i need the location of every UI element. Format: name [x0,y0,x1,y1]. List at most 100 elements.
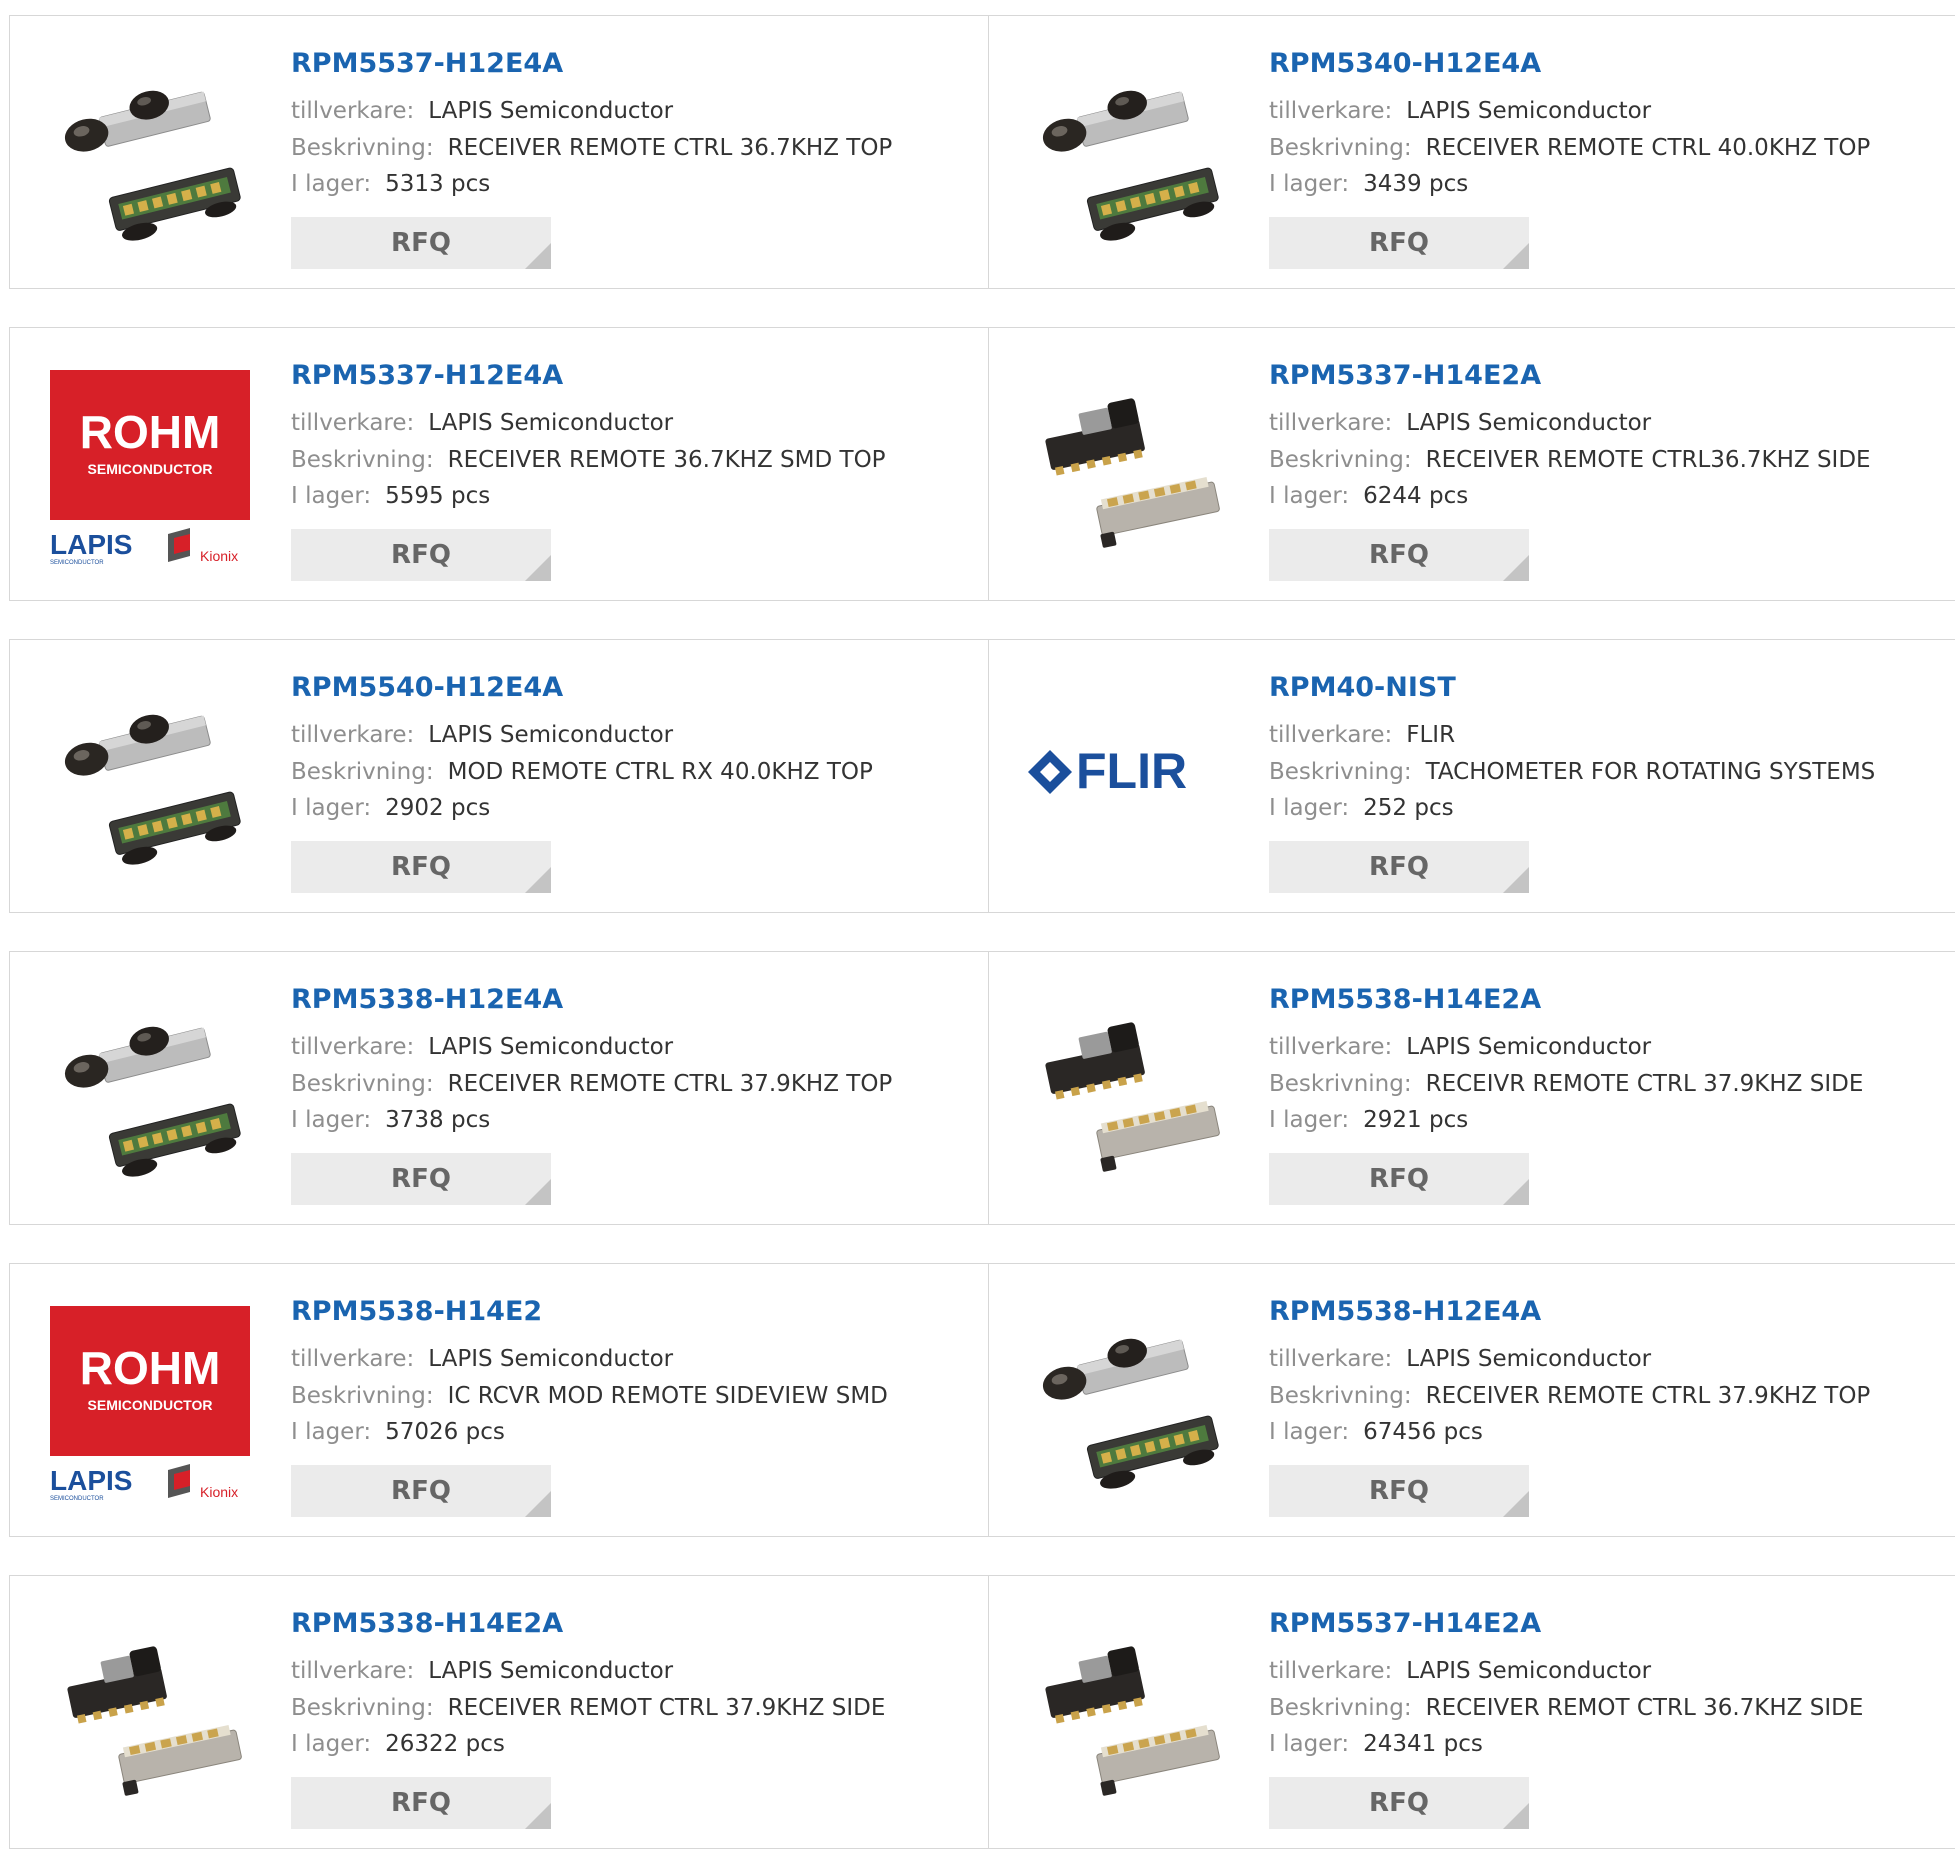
stock-line: I lager: 3439 pcs [1269,171,1468,197]
manufacturer-value: LAPIS Semiconductor [1406,1346,1652,1372]
product-image[interactable] [50,1616,250,1816]
product-image[interactable] [50,56,250,256]
description-label: Beskrivning: [291,135,434,161]
description-label: Beskrivning: [291,759,434,785]
product-image[interactable] [1028,368,1228,568]
manufacturer-line: tillverkare: LAPIS Semiconductor [1269,1034,1651,1060]
manufacturer-line: tillverkare: LAPIS Semiconductor [1269,98,1651,124]
manufacturer-value: LAPIS Semiconductor [1406,98,1652,124]
rfq-label: RFQ [1369,1164,1429,1194]
part-number-link[interactable]: RPM40-NIST [1269,672,1456,703]
corner-triangle-icon [1503,1491,1529,1517]
product-image[interactable] [1028,56,1228,256]
stock-line: I lager: 26322 pcs [291,1731,505,1757]
stock-label: I lager: [1269,171,1350,197]
description-value: RECEIVER REMOTE CTRL 37.9KHZ TOP [1425,1383,1871,1409]
part-number-link[interactable]: RPM5540-H12E4A [291,672,563,703]
part-number-link[interactable]: RPM5538-H12E4A [1269,1296,1541,1327]
svg-text:SEMICONDUCTOR: SEMICONDUCTOR [50,560,104,566]
manufacturer-value: LAPIS Semiconductor [428,722,674,748]
svg-text:Kionix: Kionix [200,548,238,564]
part-number-link[interactable]: RPM5537-H14E2A [1269,1608,1541,1639]
description-value: RECEIVR REMOTE CTRL 37.9KHZ SIDE [1425,1071,1864,1097]
rfq-label: RFQ [1369,1788,1429,1818]
product-image[interactable]: FLIR [1028,680,1228,880]
description-line: Beskrivning: IC RCVR MOD REMOTE SIDEVIEW … [291,1383,888,1409]
manufacturer-label: tillverkare: [1269,1658,1393,1684]
rfq-label: RFQ [391,228,451,258]
stock-value: 2902 pcs [385,795,491,821]
stock-value: 3738 pcs [385,1107,491,1133]
product-row: RPM5338-H12E4A tillverkare: LAPIS Semicond… [9,951,1955,1225]
top-module-icon [1028,1304,1228,1504]
part-number-link[interactable]: RPM5338-H12E4A [291,984,563,1015]
manufacturer-value: LAPIS Semiconductor [428,1346,674,1372]
stock-value: 5595 pcs [385,483,491,509]
rfq-button[interactable]: RFQ [291,1777,551,1829]
top-module-icon [1028,56,1228,256]
part-number-link[interactable]: RPM5537-H12E4A [291,48,563,79]
rfq-button[interactable]: RFQ [291,217,551,269]
stock-label: I lager: [1269,1419,1350,1445]
rfq-button[interactable]: RFQ [1269,1777,1529,1829]
rfq-button[interactable]: RFQ [291,841,551,893]
svg-text:LAPIS: LAPIS [50,1465,132,1496]
product-image[interactable] [50,680,250,880]
rfq-button[interactable]: RFQ [291,1465,551,1517]
part-number-link[interactable]: RPM5338-H14E2A [291,1608,563,1639]
rfq-button[interactable]: RFQ [291,529,551,581]
product-card: FLIR RPM40-NIST tillverkare: FLIR Beskrivni… [988,640,1955,912]
manufacturer-value: LAPIS Semiconductor [428,1658,674,1684]
rfq-label: RFQ [391,1164,451,1194]
stock-label: I lager: [291,1107,372,1133]
product-image[interactable] [50,992,250,1192]
product-image[interactable]: ROHM SEMICONDUCTOR LAPIS SEMICONDUCTOR K… [50,368,250,568]
part-number-link[interactable]: RPM5340-H12E4A [1269,48,1541,79]
product-card: ROHM SEMICONDUCTOR LAPIS SEMICONDUCTOR K… [10,1264,989,1536]
top-module-icon [50,680,250,880]
stock-label: I lager: [1269,1107,1350,1133]
manufacturer-label: tillverkare: [1269,98,1393,124]
svg-text:LAPIS: LAPIS [50,529,132,560]
stock-line: I lager: 2921 pcs [1269,1107,1468,1133]
stock-value: 6244 pcs [1363,483,1469,509]
product-image[interactable] [1028,1304,1228,1504]
rfq-button[interactable]: RFQ [1269,529,1529,581]
product-image[interactable] [1028,1616,1228,1816]
rfq-button[interactable]: RFQ [1269,1153,1529,1205]
rfq-button[interactable]: RFQ [291,1153,551,1205]
stock-value: 252 pcs [1363,795,1454,821]
product-image[interactable]: ROHM SEMICONDUCTOR LAPIS SEMICONDUCTOR K… [50,1304,250,1504]
stock-value: 57026 pcs [385,1419,505,1445]
product-card: RPM5538-H14E2A tillverkare: LAPIS Semicond… [988,952,1955,1224]
description-value: RECEIVER REMOTE CTRL36.7KHZ SIDE [1425,447,1871,473]
corner-triangle-icon [525,243,551,269]
flir-logo: FLIR [1028,680,1228,880]
description-value: IC RCVR MOD REMOTE SIDEVIEW SMD [447,1383,888,1409]
stock-value: 5313 pcs [385,171,491,197]
rfq-label: RFQ [391,1788,451,1818]
side-module-icon [1028,368,1228,568]
manufacturer-value: LAPIS Semiconductor [428,1034,674,1060]
manufacturer-value: LAPIS Semiconductor [428,98,674,124]
stock-value: 3439 pcs [1363,171,1469,197]
side-module-icon [1028,1616,1228,1816]
rfq-label: RFQ [391,852,451,882]
rfq-button[interactable]: RFQ [1269,841,1529,893]
corner-triangle-icon [525,867,551,893]
manufacturer-label: tillverkare: [291,1346,415,1372]
stock-line: I lager: 24341 pcs [1269,1731,1483,1757]
part-number-link[interactable]: RPM5538-H14E2A [1269,984,1541,1015]
stock-value: 2921 pcs [1363,1107,1469,1133]
part-number-link[interactable]: RPM5337-H12E4A [291,360,563,391]
part-number-link[interactable]: RPM5337-H14E2A [1269,360,1541,391]
manufacturer-label: tillverkare: [291,410,415,436]
part-number-link[interactable]: RPM5538-H14E2 [291,1296,542,1327]
rfq-button[interactable]: RFQ [1269,217,1529,269]
stock-line: I lager: 67456 pcs [1269,1419,1483,1445]
product-image[interactable] [1028,992,1228,1192]
description-value: RECEIVER REMOT CTRL 36.7KHZ SIDE [1425,1695,1864,1721]
manufacturer-label: tillverkare: [291,1034,415,1060]
rfq-button[interactable]: RFQ [1269,1465,1529,1517]
rfq-label: RFQ [391,1476,451,1506]
